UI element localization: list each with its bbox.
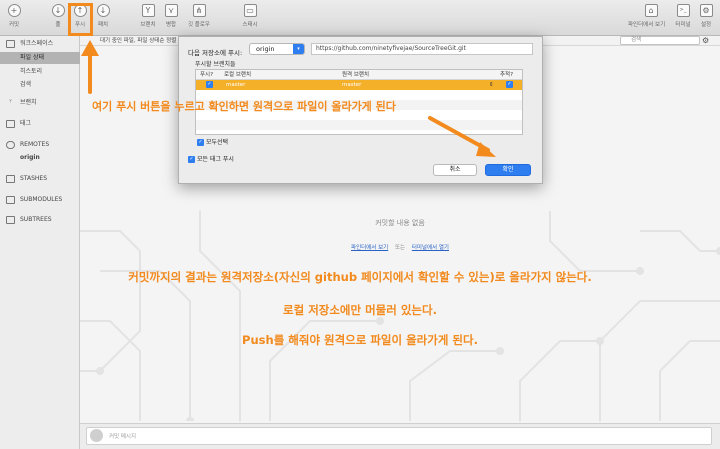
branches-to-push-label: 푸시할 브랜치들 xyxy=(195,61,236,68)
sidebar-item-workspace[interactable]: 워크스페이스 xyxy=(0,38,80,50)
search-input[interactable]: 검색 xyxy=(620,36,700,45)
chevron-updown-icon: ▾ xyxy=(293,44,304,54)
check-icon: ✓ xyxy=(197,139,204,146)
merge-button[interactable]: ⋎ 병합 xyxy=(158,4,184,32)
empty-state-links: 파인더에서 보기 또는 터미널에서 열기 xyxy=(351,245,449,251)
tag-icon xyxy=(6,120,15,128)
annotation-note-2: 로컬 저장소에만 머물러 있는다. xyxy=(283,303,437,317)
empty-state-message: 커밋할 내용 없음 xyxy=(375,219,425,227)
branch-icon: ᛘ xyxy=(8,99,12,105)
remote-select[interactable]: origin ▾ xyxy=(249,43,305,55)
remote-url-field: https://github.com/ninetyfivejae/SourceT… xyxy=(311,43,533,55)
cancel-button[interactable]: 취소 xyxy=(433,164,477,176)
ok-button[interactable]: 확인 xyxy=(485,164,531,176)
check-icon: ✓ xyxy=(188,156,195,163)
annotation-note-1: 커밋까지의 결과는 원격저장소(자신의 github 페이지에서 확인할 수 있… xyxy=(128,270,592,284)
push-checkbox[interactable]: ✓ xyxy=(206,81,213,88)
push-to-label: 다음 저장소에 푸시: xyxy=(188,49,243,57)
subtree-icon xyxy=(6,216,15,224)
annotation-instruction: 여기 푸시 버튼을 누르고 확인하면 원격으로 파일이 올라가게 된다 xyxy=(92,100,396,113)
commit-message-input[interactable]: 커밋 메시지 xyxy=(86,427,712,445)
merge-icon: ⋎ xyxy=(164,4,178,17)
submodule-icon xyxy=(6,196,15,204)
chevron-updown-icon[interactable]: ⇕ xyxy=(489,80,494,90)
fetch-button[interactable]: ↓ 패치 xyxy=(90,4,116,32)
sidebar-item-origin[interactable]: origin xyxy=(0,152,80,164)
table-row[interactable]: ✓ master master ⇕ ✓ xyxy=(196,80,522,90)
avatar xyxy=(90,429,103,442)
settings-button[interactable]: ⚙ 설정 xyxy=(693,4,719,32)
gear-icon: ⚙ xyxy=(699,4,713,17)
sidebar-item-tags[interactable]: 태그 xyxy=(0,118,80,130)
sidebar-item-subtrees[interactable]: SUBTREES xyxy=(0,214,80,226)
sidebar-item-branches[interactable]: ᛘ 브랜치 xyxy=(0,97,80,109)
toolbar: + 커밋 ↓ 풀 ↑ 푸시 ↓ 패치 Y 브랜치 ⋎ 병합 ⋔ 깃 플로우 ▭ … xyxy=(0,0,720,36)
commit-bar: 커밋 메시지 xyxy=(80,423,720,449)
terminal-icon: >_ xyxy=(676,4,690,17)
fetch-icon: ↓ xyxy=(96,4,110,17)
show-in-finder-button[interactable]: ⌂ 파인더에서 보기 xyxy=(628,4,665,32)
git-flow-button[interactable]: ⋔ 깃 플로우 xyxy=(186,4,212,32)
annotation-note-3: Push를 해줘야 원격으로 파일이 올라가게 된다. xyxy=(242,333,478,347)
stash-icon xyxy=(6,175,15,183)
options-gear-icon[interactable]: ⚙ xyxy=(702,36,709,45)
push-all-tags-checkbox[interactable]: ✓ 모든 태그 푸시 xyxy=(188,156,234,164)
finder-icon: ⌂ xyxy=(644,4,658,17)
git-flow-icon: ⋔ xyxy=(192,4,206,17)
sidebar-item-remotes[interactable]: REMOTES xyxy=(0,139,80,151)
sidebar: 워크스페이스 파일 상태 히스토리 검색 ᛘ 브랜치 태그 REMOTES or… xyxy=(0,36,80,449)
track-checkbox[interactable]: ✓ xyxy=(506,81,513,88)
stash-icon: ▭ xyxy=(243,4,257,17)
select-all-checkbox[interactable]: ✓ 모두선택 xyxy=(197,139,228,147)
open-in-terminal-link[interactable]: 터미널에서 열기 xyxy=(412,245,449,251)
commit-button[interactable]: + 커밋 xyxy=(1,4,27,32)
push-highlight-box xyxy=(68,3,93,36)
sidebar-item-file-status[interactable]: 파일 상태 xyxy=(0,52,80,64)
branch-icon: Y xyxy=(141,4,155,17)
cloud-icon xyxy=(6,141,15,149)
show-in-finder-link[interactable]: 파인더에서 보기 xyxy=(351,245,388,251)
table-row-empty xyxy=(196,120,522,130)
sidebar-item-history[interactable]: 히스토리 xyxy=(0,66,80,78)
branch-table-header: 푸시? 로컬 브랜치 원격 브랜치 추적? xyxy=(196,70,522,80)
sidebar-item-stashes[interactable]: STASHES xyxy=(0,173,80,185)
sidebar-item-search[interactable]: 검색 xyxy=(0,79,80,91)
sidebar-item-submodules[interactable]: SUBMODULES xyxy=(0,194,80,206)
arrow-down-icon: ↓ xyxy=(51,4,65,17)
stash-button[interactable]: ▭ 스태시 xyxy=(237,4,263,32)
plus-icon: + xyxy=(7,4,21,17)
monitor-icon xyxy=(6,40,15,48)
